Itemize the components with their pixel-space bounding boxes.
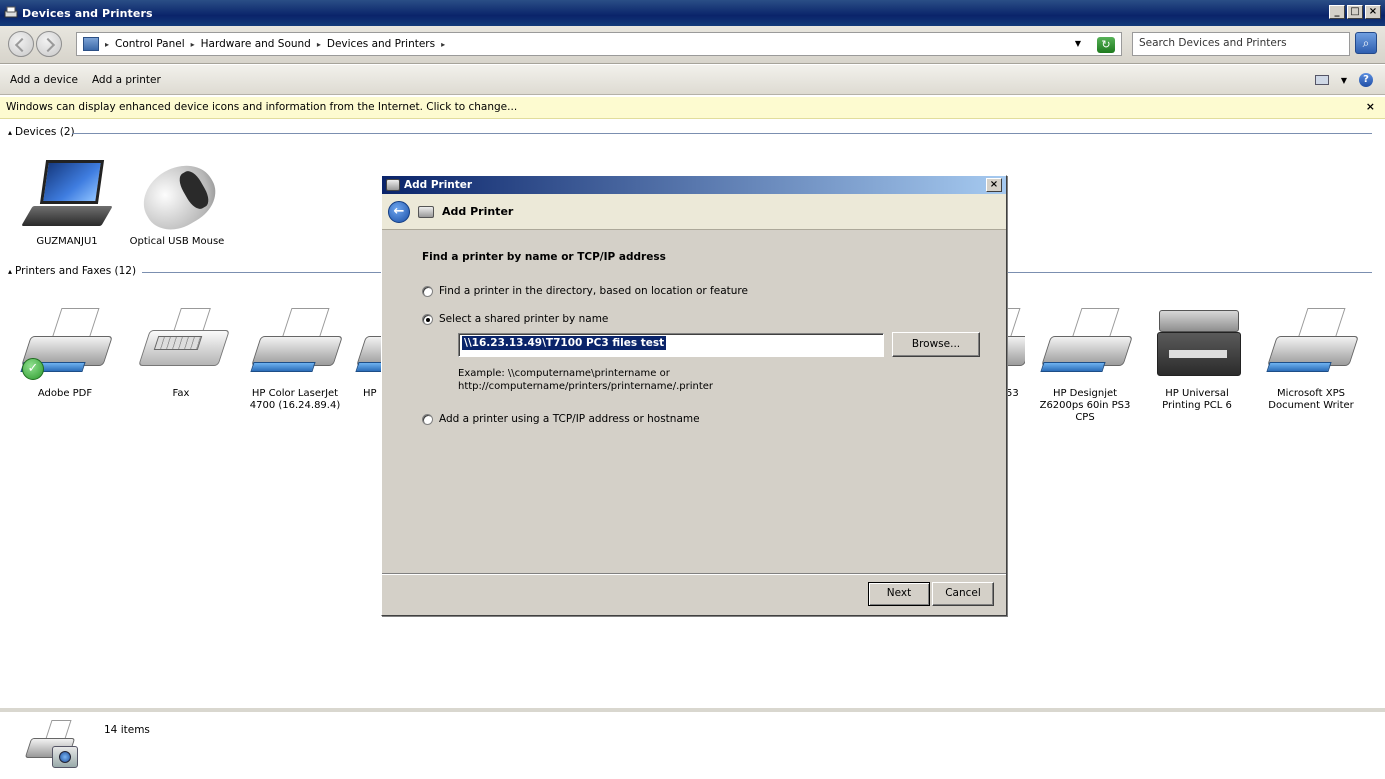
option-find-in-directory[interactable]: Find a printer in the directory, based o… [422,285,748,297]
item-count: 14 items [104,724,150,736]
address-row: ▸ Control Panel ▸ Hardware and Sound ▸ D… [0,26,1385,64]
printer-hp-designjet[interactable]: HP Designjet Z6200ps 60in PS3 CPS [1036,306,1134,424]
info-bar[interactable]: Windows can display enhanced device icon… [0,97,1385,119]
back-button[interactable] [8,31,34,57]
next-button[interactable]: Next [868,582,930,606]
command-bar: Add a device Add a printer ▼ ? [0,65,1385,95]
example-text: Example: \\computername\printername or h… [458,367,713,393]
printer-label: HP Color LaserJet 4700 (16.24.89.4) [249,388,341,411]
forward-button[interactable] [36,31,62,57]
printer-label: HP [363,388,377,399]
chevron-down-icon[interactable]: ▼ [1075,39,1081,48]
device-mouse[interactable]: Optical USB Mouse [128,153,226,248]
printer-fax[interactable]: Fax [132,306,230,400]
printer-icon [355,306,381,384]
dialog-header: ← Add Printer [382,194,1006,230]
printer-label: HP Universal Printing PCL 6 [1162,388,1232,411]
divider [72,133,1372,134]
dialog-close-button[interactable]: × [986,178,1002,192]
dialog-body: Find a printer by name or TCP/IP address… [382,231,1006,573]
window-title: Devices and Printers [22,6,153,20]
status-bar: 14 items [0,708,1385,779]
printer-hp-partial[interactable]: HP [355,306,381,400]
printer-label: Fax [172,388,190,399]
example-line: http://computername/printers/printername… [458,381,714,392]
chevron-down-icon[interactable]: ▼ [1341,76,1347,85]
dialog-footer: Next Cancel [382,573,1006,615]
cancel-button[interactable]: Cancel [932,582,994,606]
devices-group-header[interactable]: ▴ Devices (2) [8,126,75,138]
option-label[interactable]: Find a printer in the directory, based o… [439,285,748,297]
option-label[interactable]: Select a shared printer by name [439,313,608,325]
printer-label: Adobe PDF [37,388,93,399]
printer-microsoft-xps[interactable]: Microsoft XPS Document Writer [1262,306,1360,412]
radio-button[interactable] [422,285,433,297]
help-icon[interactable]: ? [1359,73,1373,87]
printers-group-header[interactable]: ▴ Printers and Faxes (12) [8,265,136,277]
checkmark-icon: ✓ [22,358,44,380]
option-label[interactable]: Add a printer using a TCP/IP address or … [439,413,700,425]
radio-button[interactable] [422,313,433,325]
view-options-icon[interactable] [1314,75,1329,85]
device-label: Optical USB Mouse [129,236,225,247]
multifunction-printer-icon [1151,306,1243,384]
breadcrumb-control-panel[interactable]: Control Panel [115,38,185,50]
printer-icon [1266,306,1359,384]
printers-group-label: Printers and Faxes (12) [15,265,137,277]
breadcrumb-hardware-and-sound[interactable]: Hardware and Sound [201,38,311,50]
dialog-header-title: Add Printer [442,205,514,218]
dialog-titlebar: Add Printer × [382,176,1006,194]
add-device-button[interactable]: Add a device [10,74,78,86]
printer-icon: ✓ [20,306,113,384]
printer-hp-universal[interactable]: HP Universal Printing PCL 6 [1148,306,1246,412]
devices-group-label: Devices (2) [15,126,75,138]
minimize-button[interactable]: _ [1329,5,1345,19]
close-icon[interactable]: × [1366,100,1375,113]
chevron-up-icon[interactable]: ▴ [8,267,12,276]
add-printer-button[interactable]: Add a printer [92,74,161,86]
device-label: GUZMANJU1 [36,236,98,247]
radio-button[interactable] [422,413,433,425]
dialog-title: Add Printer [404,179,473,191]
printer-icon [386,179,400,191]
printer-label: HP Designjet Z6200ps 60in PS3 CPS [1039,388,1131,423]
search-icon[interactable]: ⌕ [1355,32,1377,54]
chevron-up-icon[interactable]: ▴ [8,128,12,137]
close-button[interactable]: × [1365,5,1381,19]
printer-label: Microsoft XPS Document Writer [1268,388,1354,411]
info-bar-message[interactable]: Windows can display enhanced device icon… [6,101,517,113]
printer-name-input[interactable]: \\16.23.13.49\T7100 PC3 files test [458,333,884,357]
chevron-right-icon[interactable]: ▸ [105,40,109,49]
option-select-shared-printer[interactable]: Select a shared printer by name [422,313,608,325]
mouse-icon [132,153,226,241]
device-computer[interactable]: GUZMANJU1 [18,160,116,248]
dialog-heading: Find a printer by name or TCP/IP address [422,251,666,263]
search-input[interactable]: Search Devices and Printers [1132,32,1350,56]
printer-hp-color-laserjet[interactable]: HP Color LaserJet 4700 (16.24.89.4) [246,306,344,412]
devices-printers-icon [4,6,18,20]
chevron-right-icon[interactable]: ▸ [441,40,445,49]
printer-name-value[interactable]: \\16.23.13.49\T7100 PC3 files test [462,336,667,350]
back-arrow-icon[interactable]: ← [388,200,410,223]
browse-button[interactable]: Browse... [892,332,980,357]
chevron-right-icon[interactable]: ▸ [191,40,195,49]
window-titlebar: Devices and Printers _ □ × [0,0,1385,26]
breadcrumb-devices-and-printers[interactable]: Devices and Printers [327,38,435,50]
maximize-button[interactable]: □ [1347,5,1363,19]
control-panel-icon [83,37,99,51]
devices-printers-icon [24,720,84,776]
printer-icon [1040,306,1133,384]
printer-adobe-pdf[interactable]: ✓ Adobe PDF [16,306,114,400]
chevron-right-icon[interactable]: ▸ [317,40,321,49]
laptop-icon [21,160,113,232]
add-printer-dialog: Add Printer × ← Add Printer Find a print… [381,175,1007,616]
printer-icon [418,205,434,218]
example-line: Example: \\computername\printername or [458,368,670,379]
refresh-icon[interactable]: ↻ [1097,37,1115,53]
fax-icon [136,306,230,384]
option-tcpip-address[interactable]: Add a printer using a TCP/IP address or … [422,413,700,425]
printer-icon [250,306,343,384]
breadcrumb[interactable]: ▸ Control Panel ▸ Hardware and Sound ▸ D… [76,32,1122,56]
